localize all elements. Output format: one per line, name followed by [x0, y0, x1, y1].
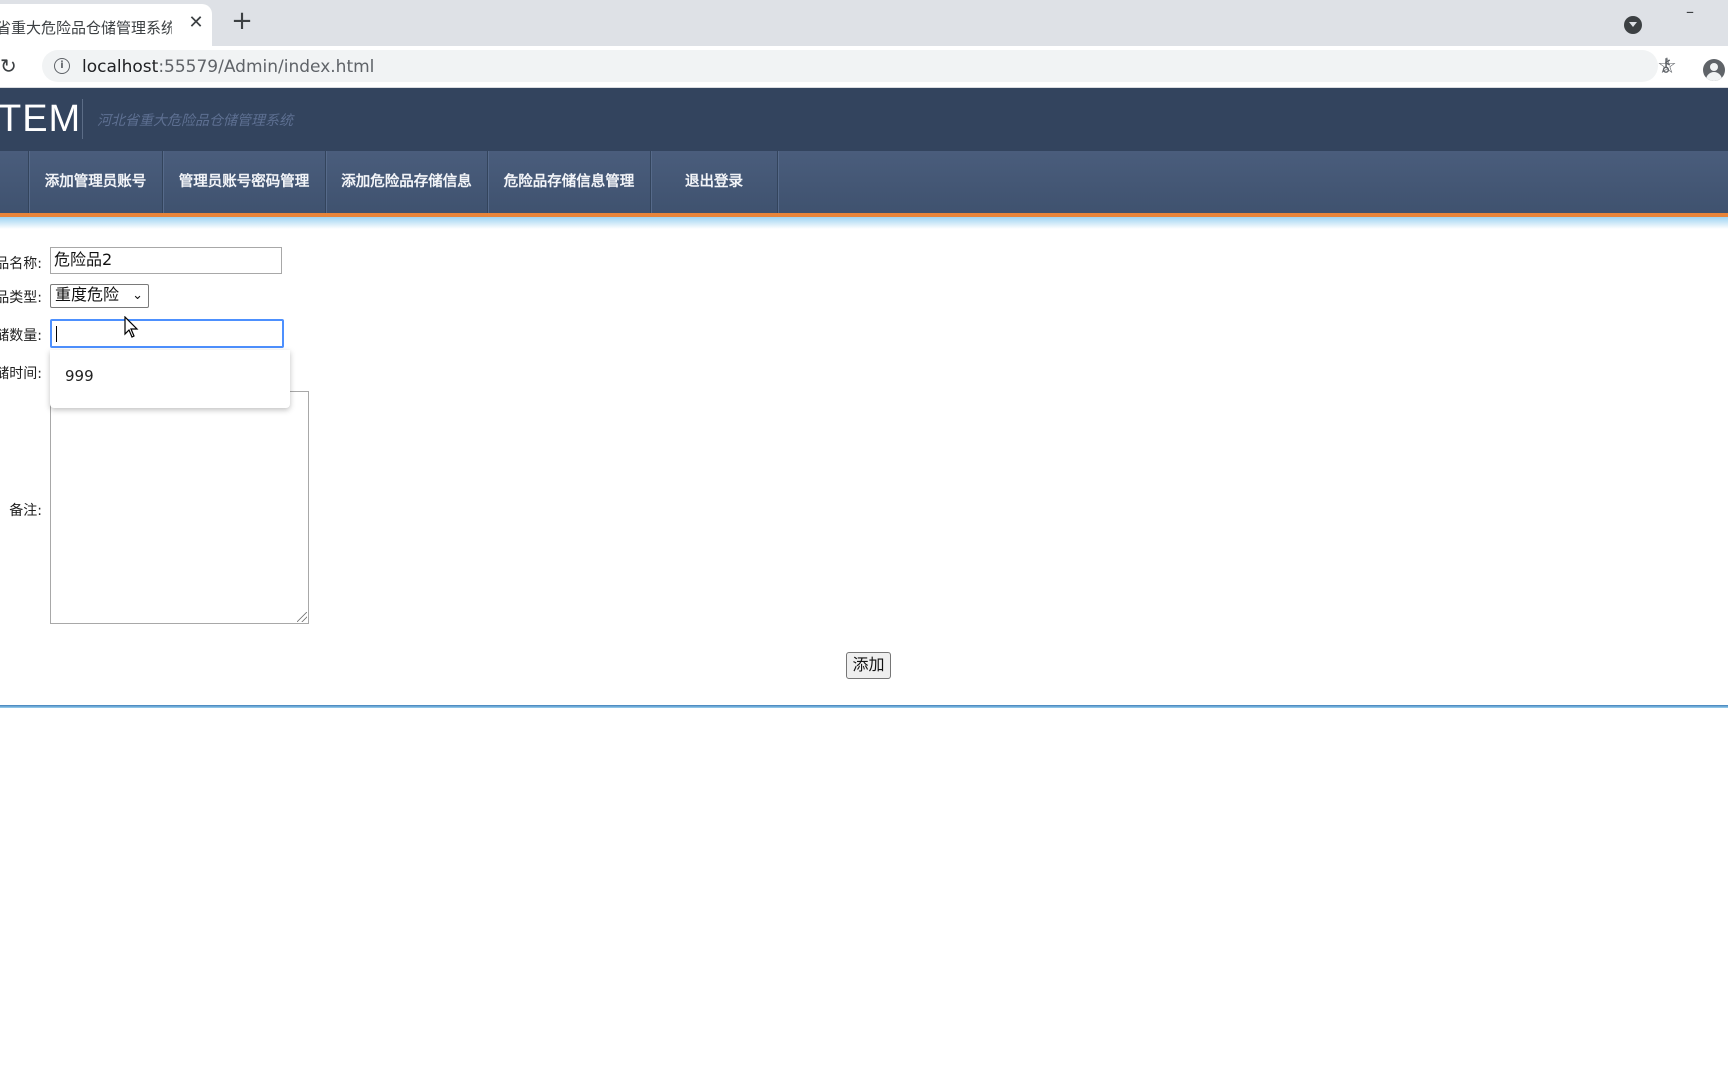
name-label: 品名称: [0, 256, 42, 272]
chevron-down-icon: ⌄ [132, 288, 143, 303]
type-select-value: 重度危险 [55, 285, 120, 304]
autocomplete-dropdown: 999 [50, 350, 290, 408]
tab-search-icon[interactable] [1624, 16, 1642, 34]
main-nav: 添加管理员账号 管理员账号密码管理 添加危险品存储信息 危险品存储信息管理 退出… [0, 151, 1728, 213]
browser-tab[interactable]: 省重大危险品仓储管理系统 ✕ [0, 4, 212, 46]
name-input[interactable]: 危险品2 [50, 247, 282, 274]
quantity-label: 储数量: [0, 328, 42, 344]
site-subtitle: 河北省重大危险品仓储管理系统 [97, 113, 293, 129]
nav-logout[interactable]: 退出登录 [651, 151, 777, 213]
type-label: 品类型: [0, 290, 42, 306]
minimize-button[interactable]: – [1680, 4, 1700, 24]
type-select[interactable]: 重度危险 ⌄ [50, 284, 149, 308]
nav-separator [777, 151, 778, 213]
info-icon[interactable]: i [54, 58, 70, 74]
browser-tab-strip: 省重大危险品仓储管理系统 ✕ + – [0, 0, 1728, 46]
nav-hazmat-manage[interactable]: 危险品存储信息管理 [488, 151, 650, 213]
address-bar[interactable]: i localhost:55579/Admin/index.html ⚷ [42, 50, 1673, 82]
resize-handle[interactable] [297, 612, 307, 622]
nav-add-admin[interactable]: 添加管理员账号 [29, 151, 162, 213]
time-label: 储时间: [0, 366, 42, 382]
profile-icon[interactable] [1703, 59, 1725, 81]
quantity-input[interactable] [50, 319, 284, 348]
browser-toolbar: ↻ i localhost:55579/Admin/index.html ⚷ ☆ [0, 46, 1728, 88]
tab-title: 省重大危险品仓储管理系统 [0, 19, 172, 37]
url-path: :55579/Admin/index.html [158, 57, 375, 77]
logo-divider [82, 99, 83, 139]
nav-glow [0, 217, 1728, 229]
url-text[interactable]: localhost:55579/Admin/index.html [82, 57, 374, 77]
add-button[interactable]: 添加 [846, 652, 891, 679]
footer-line [0, 705, 1728, 708]
autocomplete-option[interactable]: 999 [65, 367, 94, 385]
text-caret [56, 326, 57, 342]
url-host: localhost [82, 57, 159, 77]
new-tab-button[interactable]: + [230, 8, 254, 34]
site-header: TEM 河北省重大危险品仓储管理系统 [0, 88, 1728, 151]
nav-add-hazmat[interactable]: 添加危险品存储信息 [326, 151, 487, 213]
remark-textarea[interactable] [50, 391, 309, 624]
close-icon[interactable]: ✕ [186, 13, 206, 33]
reload-icon[interactable]: ↻ [0, 55, 22, 77]
nav-admin-password[interactable]: 管理员账号密码管理 [163, 151, 325, 213]
logo-text: TEM [0, 98, 82, 140]
bookmark-star-icon[interactable]: ☆ [1656, 56, 1678, 78]
remark-label: 备注: [9, 503, 42, 519]
